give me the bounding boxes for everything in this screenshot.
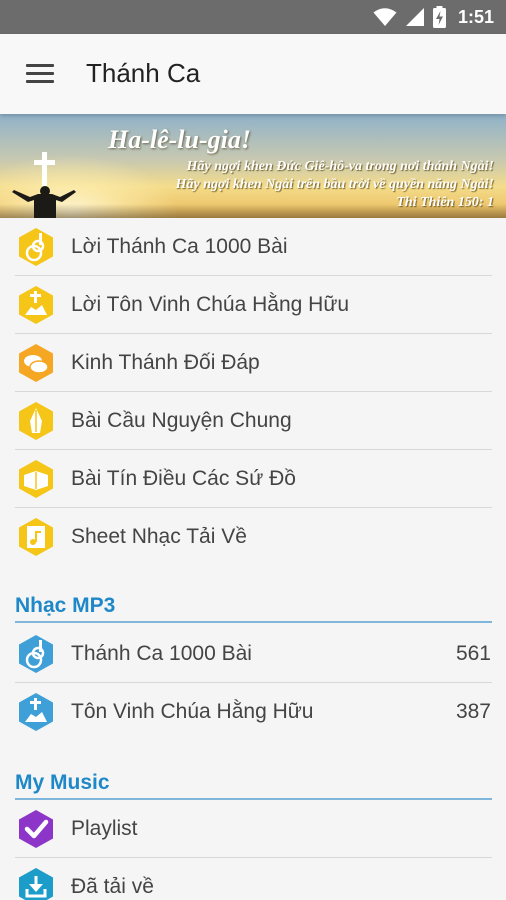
mp3-item-ton-vinh[interactable]: Tôn Vinh Chúa Hằng Hữu 387 — [0, 683, 506, 741]
my-music-item-playlist[interactable]: Playlist — [0, 800, 506, 858]
open-book-icon — [19, 460, 53, 498]
banner-verse-line1: Hãy ngợi khen Đức Giê-hô-va trong nơi th… — [186, 159, 494, 174]
hamburger-menu-icon[interactable] — [26, 64, 54, 84]
worship-cross-icon — [19, 286, 53, 324]
speech-bubbles-icon — [19, 344, 53, 382]
menu-item-label: Lời Thánh Ca 1000 Bài — [71, 235, 288, 258]
music-sheet-icon — [19, 518, 53, 556]
menu-item-label: Bài Cầu Nguyện Chung — [71, 409, 292, 432]
mp3-item-count: 387 — [455, 700, 491, 723]
worshipper-cross-illustration — [12, 152, 76, 218]
mp3-item-count: 561 — [455, 642, 491, 665]
status-bar: 1:51 — [0, 0, 506, 34]
header-banner: Ha-lê-lu-gia! Hãy ngợi khen Đức Giê-hô-v… — [0, 114, 506, 218]
mp3-list: Thánh Ca 1000 Bài 561 Tôn Vinh Chúa Hằng… — [0, 625, 506, 741]
my-music-list: Playlist Đã tải về — [0, 800, 506, 900]
praying-hands-icon — [19, 402, 53, 440]
mp3-item-label: Thánh Ca 1000 Bài — [71, 642, 252, 665]
main-menu-list: Lời Thánh Ca 1000 Bài Lời Tôn Vinh Chúa … — [0, 218, 506, 566]
section-title: My Music — [15, 771, 110, 794]
menu-item-kinh-thanh-doi-dap[interactable]: Kinh Thánh Đối Đáp — [0, 334, 506, 392]
battery-charging-icon — [432, 6, 446, 28]
mp3-item-thanh-ca[interactable]: Thánh Ca 1000 Bài 561 — [0, 625, 506, 683]
menu-item-loi-thanh-ca[interactable]: Lời Thánh Ca 1000 Bài — [0, 218, 506, 276]
banner-heading: Ha-lê-lu-gia! — [108, 125, 251, 154]
my-music-item-downloaded[interactable]: Đã tải về — [0, 858, 506, 900]
mp3-item-label: Tôn Vinh Chúa Hằng Hữu — [71, 700, 314, 723]
my-music-item-label: Playlist — [71, 817, 138, 840]
banner-verse-line2: Hãy ngợi khen Ngài trên bầu trời về quyề… — [175, 177, 494, 192]
menu-item-sheet-nhac[interactable]: Sheet Nhạc Tải Về — [0, 508, 506, 566]
section-header-my-music: My Music — [15, 770, 492, 800]
wifi-icon — [373, 8, 397, 26]
signal-icon — [405, 8, 424, 26]
menu-item-bai-cau-nguyen[interactable]: Bài Cầu Nguyện Chung — [0, 392, 506, 450]
menu-item-label: Sheet Nhạc Tải Về — [71, 525, 247, 548]
my-music-item-label: Đã tải về — [71, 875, 154, 898]
checkmark-icon — [19, 810, 53, 848]
menu-item-label: Bài Tín Điều Các Sứ Đồ — [71, 467, 296, 490]
guitar-icon — [19, 228, 53, 266]
menu-item-loi-ton-vinh[interactable]: Lời Tôn Vinh Chúa Hằng Hữu — [0, 276, 506, 334]
app-bar: Thánh Ca — [0, 34, 506, 114]
menu-item-label: Kinh Thánh Đối Đáp — [71, 351, 260, 374]
menu-item-label: Lời Tôn Vinh Chúa Hằng Hữu — [71, 293, 350, 316]
download-icon — [19, 868, 53, 900]
worship-cross-icon — [19, 693, 53, 731]
section-header-mp3: Nhạc MP3 — [15, 593, 492, 623]
section-title: Nhạc MP3 — [15, 594, 116, 617]
page-title: Thánh Ca — [86, 58, 201, 88]
banner-reference: Thi Thiên 150: 1 — [396, 195, 494, 210]
guitar-icon — [19, 635, 53, 673]
menu-item-bai-tin-dieu[interactable]: Bài Tín Điều Các Sứ Đồ — [0, 450, 506, 508]
status-icons: 1:51 — [373, 0, 494, 34]
status-time: 1:51 — [457, 6, 494, 27]
